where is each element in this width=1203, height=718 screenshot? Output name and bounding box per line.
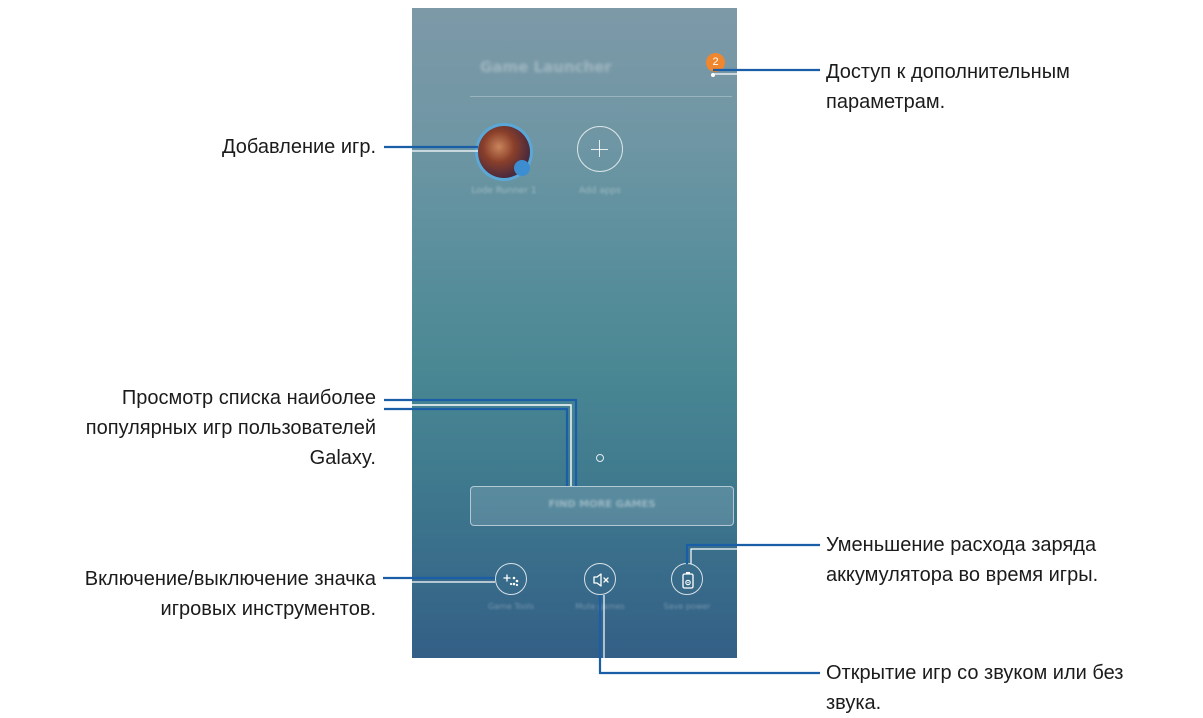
callout-sound: Открытие игр со звуком или без звука. [826,662,1124,714]
callout-more-options: Доступ к дополнительным параметрам. [826,61,1070,113]
leader-popular-games-outer [384,398,578,486]
leader-popular-games-inner [384,407,569,486]
leader-sound [598,595,820,675]
callout-battery: Уменьшение расхода заряда аккумулятора в… [826,534,1099,586]
callout-add-games: Добавление игр. [221,136,376,158]
callout-game-tools: Включение/выключение значка игровых инст… [84,568,376,620]
leader-battery [685,543,820,564]
callout-popular-games: Просмотр списка наиболее популярных игр … [85,387,376,469]
